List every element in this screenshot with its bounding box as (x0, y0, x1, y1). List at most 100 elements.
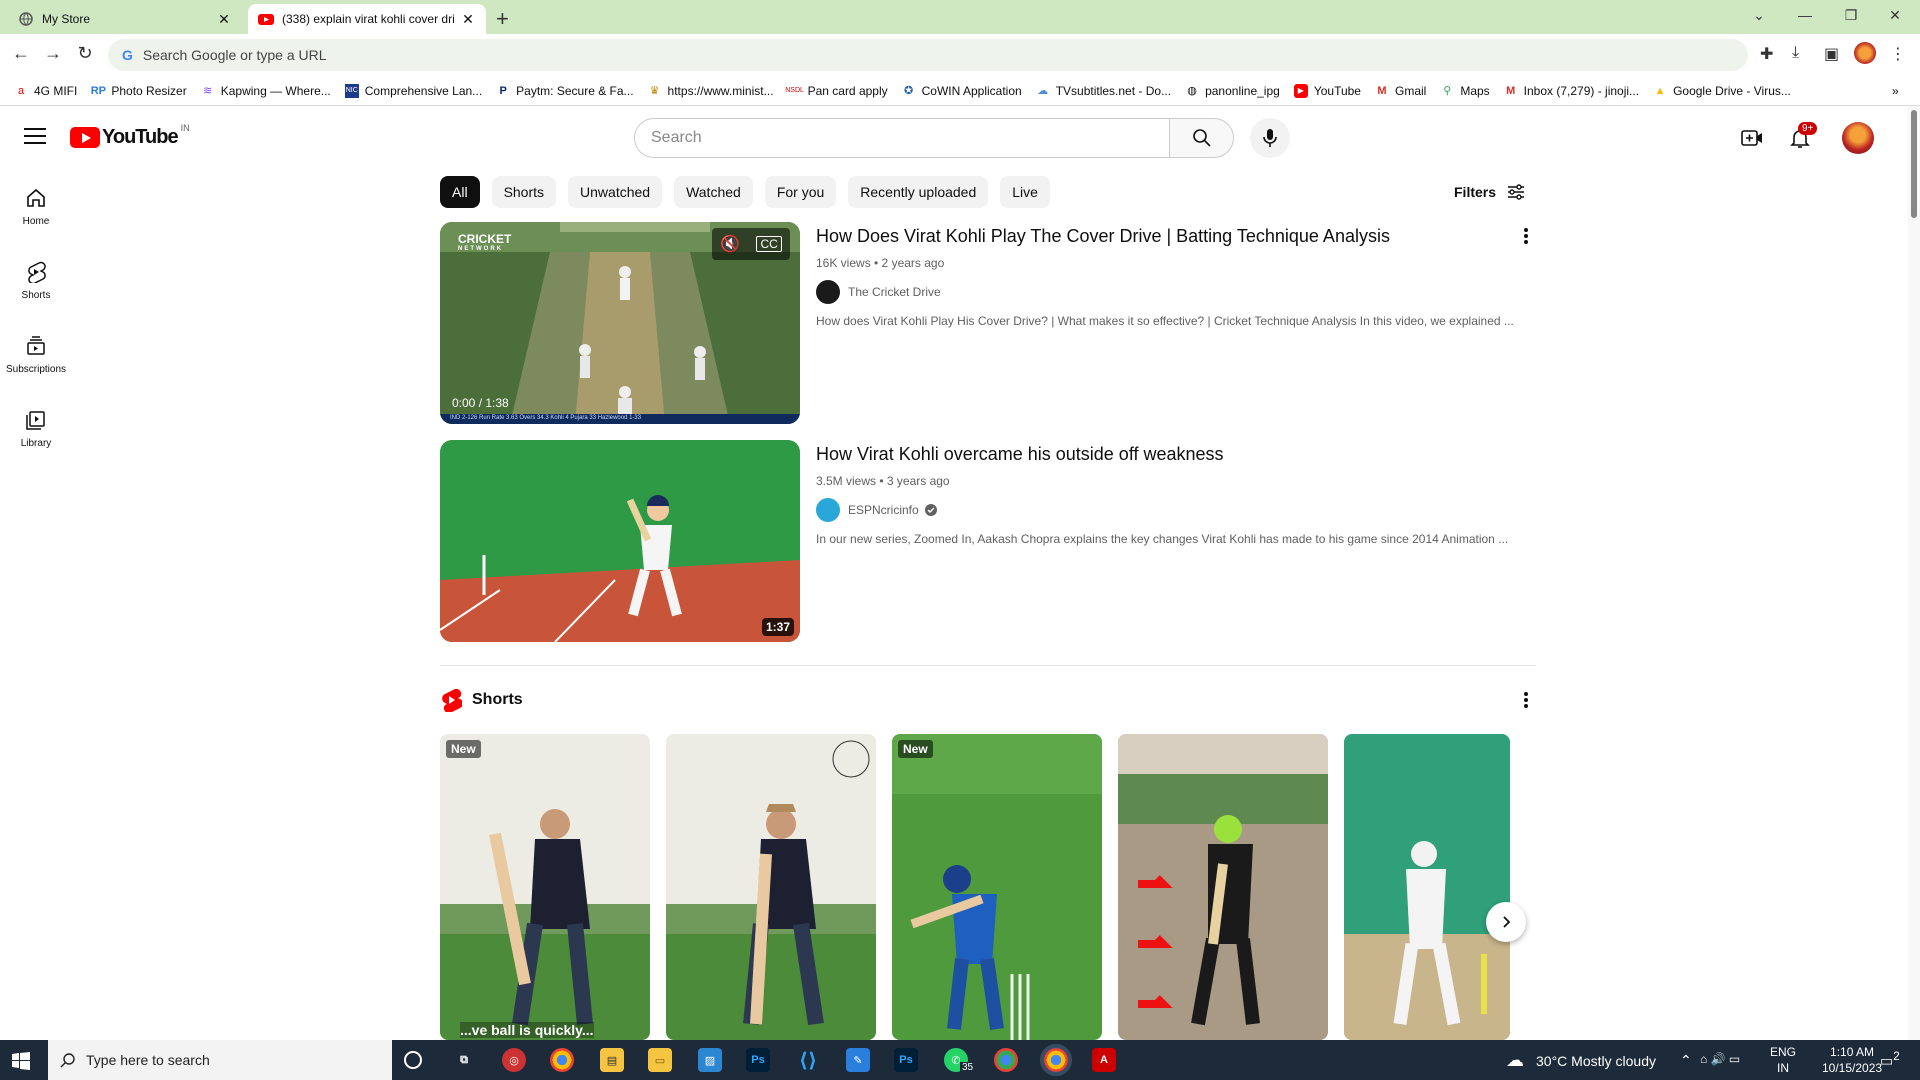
photoshop-icon[interactable]: Ps (894, 1048, 918, 1072)
guide-item-subscriptions[interactable]: Subscriptions (0, 334, 72, 375)
chip-watched[interactable]: Watched (674, 176, 753, 208)
menu-icon[interactable] (24, 128, 46, 149)
tab-search-icon[interactable]: ⌄ (1736, 4, 1782, 26)
new-tab-button[interactable]: + (496, 6, 509, 32)
short-card[interactable] (666, 734, 876, 1040)
tray-icons[interactable]: ⌂ 🔊 ▭ (1700, 1052, 1740, 1066)
guide-item-library[interactable]: Library (0, 408, 72, 449)
profile-avatar[interactable] (1854, 42, 1876, 64)
download-icon[interactable]: ⤓ (1792, 44, 1799, 62)
bookmark-item[interactable]: M Gmail (1375, 84, 1426, 98)
vscode-icon[interactable]: ⟨⟩ (796, 1048, 820, 1072)
video-thumbnail[interactable]: CRICKET NETWORK 🔇 CC 0:00 / 1:38 IND 2-1… (440, 222, 800, 424)
task-view-icon[interactable]: ⧉ (452, 1048, 476, 1072)
file-explorer-icon[interactable]: ▭ (648, 1048, 672, 1072)
back-button[interactable]: ← (8, 43, 34, 64)
bookmark-item[interactable]: ☁ TVsubtitles.net - Do... (1036, 84, 1171, 98)
channel-name[interactable]: ESPNcricinfo (848, 503, 919, 517)
bookmark-item[interactable]: ◍ panonline_ipg (1185, 84, 1280, 98)
channel-avatar[interactable] (816, 498, 840, 522)
youtube-logo[interactable]: YouTube IN (70, 123, 190, 149)
shorts-next-button[interactable] (1486, 902, 1526, 942)
guide-item-home[interactable]: Home (0, 186, 72, 227)
notes-icon[interactable]: ▤ (600, 1048, 624, 1072)
bookmark-item[interactable]: ✪ CoWIN Application (902, 84, 1022, 98)
channel-link[interactable]: ESPNcricinfo (816, 498, 937, 522)
video-title[interactable]: How Virat Kohli overcame his outside off… (816, 444, 1224, 465)
notifications-icon[interactable]: ▭2 (1880, 1050, 1900, 1070)
video-thumbnail[interactable]: 1:37 (440, 440, 800, 642)
chevron-up-icon[interactable]: ⌃ (1680, 1052, 1692, 1069)
address-bar[interactable]: G Search Google or type a URL (108, 39, 1748, 71)
short-card[interactable]: New (892, 734, 1102, 1040)
chip-all[interactable]: All (440, 176, 480, 208)
page-scrollbar[interactable] (1908, 106, 1920, 1040)
more-bookmarks-icon[interactable]: » (1892, 84, 1899, 98)
chip-for-you[interactable]: For you (764, 176, 837, 208)
chip-unwatched[interactable]: Unwatched (568, 176, 663, 208)
chrome-icon[interactable] (1040, 1044, 1072, 1076)
search-button[interactable] (1170, 118, 1234, 158)
voice-search-button[interactable] (1250, 118, 1290, 158)
bookmark-item[interactable]: P Paytm: Secure & Fa... (496, 84, 634, 98)
short-card[interactable] (1344, 734, 1510, 1040)
extensions-icon[interactable]: ✚ (1760, 44, 1773, 64)
tab-youtube[interactable]: (338) explain virat kohli cover dri ✕ (248, 4, 486, 34)
bookmark-item[interactable]: a 4G MIFI (14, 84, 77, 98)
weather-icon[interactable]: ☁ (1506, 1050, 1524, 1071)
close-tab-icon[interactable]: ✕ (216, 11, 232, 28)
bookmark-item[interactable]: ♛ https://www.minist... (648, 84, 774, 98)
close-tab-icon[interactable]: ✕ (460, 11, 476, 28)
bookmark-item[interactable]: ▲ Google Drive - Virus... (1653, 84, 1791, 98)
forward-button[interactable]: → (40, 43, 66, 64)
weather-text[interactable]: 30°C Mostly cloudy (1536, 1053, 1656, 1069)
close-window-button[interactable]: ✕ (1872, 4, 1918, 26)
bookmark-item[interactable]: ⚲ Maps (1440, 84, 1489, 98)
shorts-more-options-icon[interactable] (1514, 688, 1538, 712)
language-indicator[interactable]: ENG IN (1770, 1044, 1796, 1076)
video-result[interactable]: 1:37 How Virat Kohli overcame his outsid… (440, 440, 1540, 642)
windows-start-icon[interactable] (12, 1052, 30, 1070)
chrome-menu-icon[interactable]: ⋮ (1890, 44, 1906, 64)
short-card[interactable]: New ...ve ball is quickly... (440, 734, 650, 1040)
photos-icon[interactable]: ▨ (698, 1048, 722, 1072)
channel-link[interactable]: The Cricket Drive (816, 280, 941, 304)
channel-name[interactable]: The Cricket Drive (848, 285, 941, 299)
chip-recently-uploaded[interactable]: Recently uploaded (848, 176, 989, 208)
scrollbar-thumb[interactable] (1911, 110, 1917, 218)
photoshop-icon[interactable]: Ps (746, 1048, 770, 1072)
reload-button[interactable]: ↻ (72, 43, 98, 64)
guide-item-shorts[interactable]: Shorts (0, 260, 72, 301)
chip-live[interactable]: Live (1000, 176, 1050, 208)
bookmark-item[interactable]: NIC Comprehensive Lan... (344, 83, 482, 98)
bookmark-item[interactable]: RP Photo Resizer (91, 84, 187, 98)
video-title[interactable]: How Does Virat Kohli Play The Cover Driv… (816, 226, 1390, 247)
restore-button[interactable]: ❐ (1828, 4, 1874, 26)
search-input[interactable]: Search (634, 118, 1170, 158)
taskbar-search-input[interactable]: Type here to search (48, 1040, 392, 1080)
bookmark-item[interactable]: ≋ Kapwing — Where... (201, 84, 331, 98)
acrobat-icon[interactable]: A (1092, 1048, 1116, 1072)
captions-icon[interactable]: CC (756, 236, 782, 252)
chrome-icon[interactable] (550, 1048, 574, 1072)
channel-avatar[interactable] (816, 280, 840, 304)
minimize-button[interactable]: — (1782, 4, 1828, 26)
bookmark-item[interactable]: NSDL Pan card apply (785, 84, 887, 98)
chip-shorts[interactable]: Shorts (491, 176, 557, 208)
more-options-icon[interactable] (1514, 224, 1538, 248)
app-icon[interactable]: ✎ (846, 1048, 870, 1072)
app-icon[interactable]: ◎ (502, 1048, 526, 1072)
clock[interactable]: 1:10 AM 10/15/2023 (1822, 1044, 1882, 1076)
avatar[interactable] (1842, 122, 1874, 154)
short-card[interactable] (1118, 734, 1328, 1040)
filters-button[interactable]: Filters (1454, 182, 1526, 202)
chrome-icon[interactable] (994, 1048, 1018, 1072)
muted-icon[interactable]: 🔇 (720, 234, 740, 254)
cortana-icon[interactable] (404, 1051, 422, 1069)
bookmark-item[interactable]: M Inbox (7,279) - jinoji... (1504, 84, 1639, 98)
side-panel-icon[interactable]: ▣ (1824, 44, 1839, 64)
video-result[interactable]: CRICKET NETWORK 🔇 CC 0:00 / 1:38 IND 2-1… (440, 222, 1540, 424)
tab-my-store[interactable]: My Store ✕ (8, 4, 242, 34)
bookmark-item[interactable]: ▶ YouTube (1293, 83, 1361, 98)
create-icon[interactable] (1740, 126, 1764, 150)
